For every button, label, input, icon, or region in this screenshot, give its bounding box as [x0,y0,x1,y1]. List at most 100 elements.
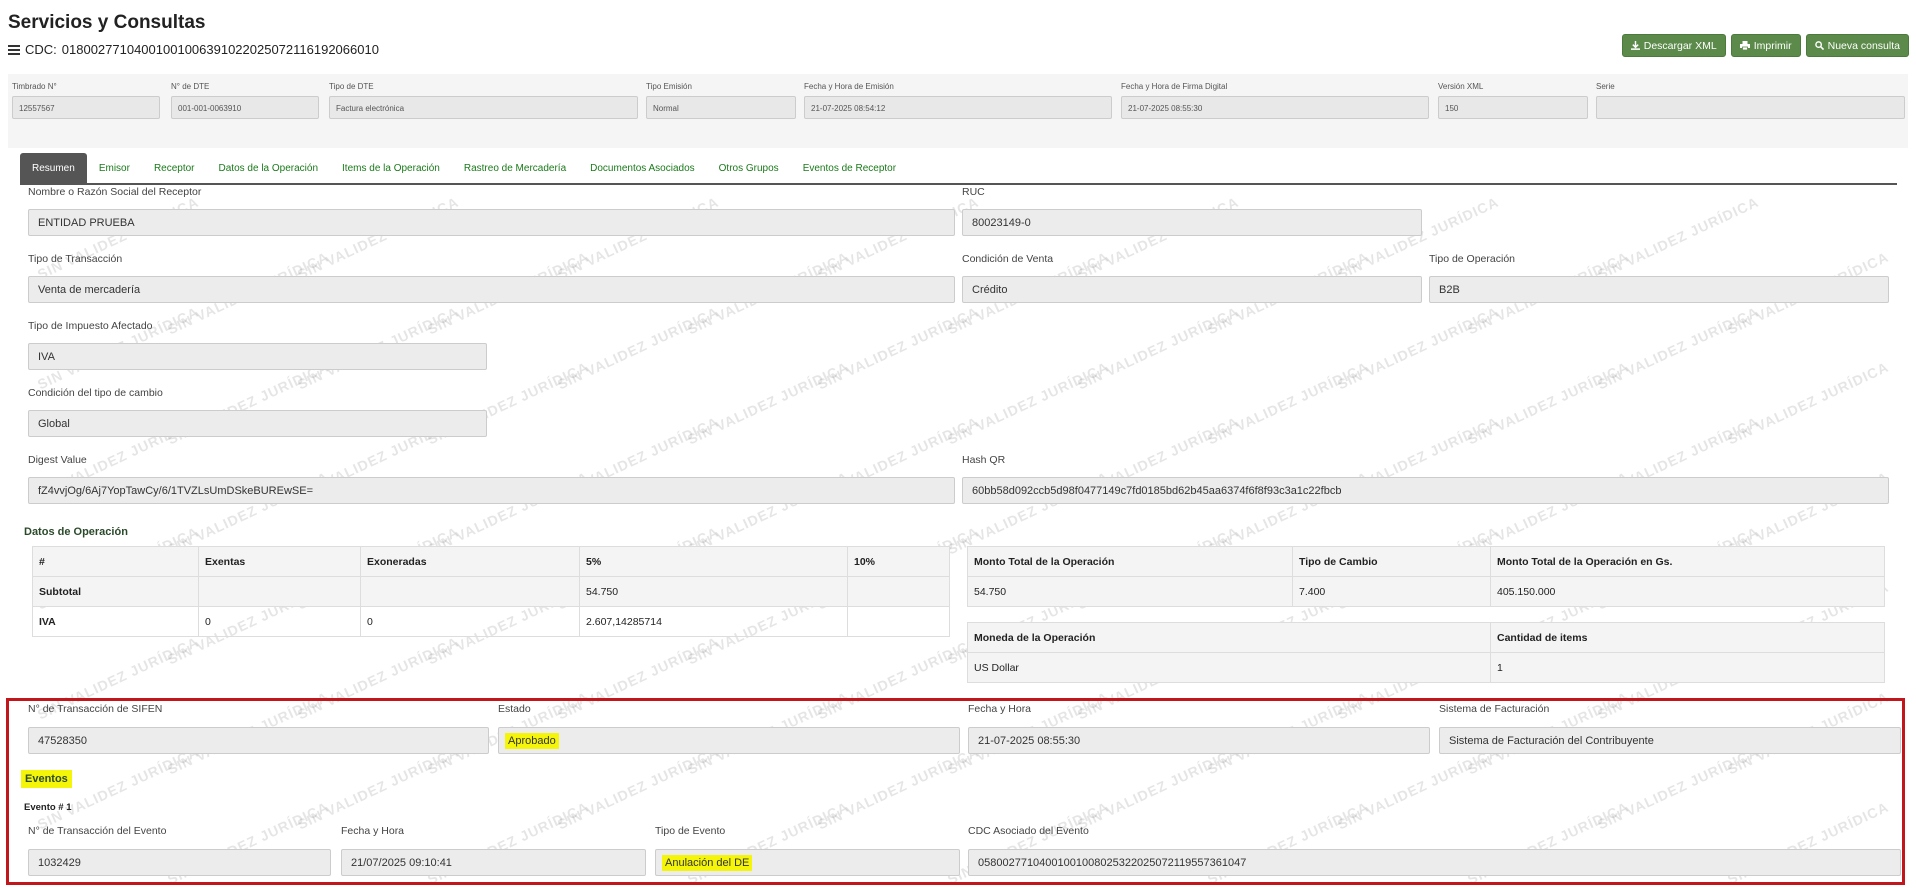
watermark-text: SIN VALIDEZ JURÍDICA [814,303,982,393]
tipo-transaccion-label: Tipo de Transacción [28,253,123,265]
tab-eventos-receptor[interactable]: Eventos de Receptor [791,153,908,183]
tipo-evento-label: Tipo de Evento [655,825,726,837]
tab-documentos-asociados[interactable]: Documentos Asociados [578,153,707,183]
currency-table: Moneda de la Operación Cantidad de items… [967,622,1885,683]
cdc-value: 0180027710400100100639102202507211619206… [61,42,379,57]
search-icon [1814,41,1824,50]
cdc-label: CDC: [25,42,57,57]
receptor-name-field[interactable]: ENTIDAD PRUEBA [28,209,955,236]
cdc-evento-label: CDC Asociado del Evento [968,825,1089,837]
watermark-text: SIN VALIDEZ JURÍDICA [1724,358,1892,448]
watermark-text: SIN VALIDEZ JURÍDICA [814,193,982,283]
print-icon [1739,41,1750,50]
totals-table: Monto Total de la Operación Tipo de Camb… [967,546,1885,607]
version-xml-input[interactable]: 150 [1438,96,1588,119]
summary-field-version-xml: Versión XML 150 [1438,82,1588,119]
tab-items-operacion[interactable]: Items de la Operación [330,153,452,183]
estado-label: Estado [498,703,531,715]
condicion-venta-label: Condición de Venta [962,253,1054,265]
download-icon [1630,41,1640,50]
sistema-field[interactable]: Sistema de Facturación del Contribuyente [1439,727,1901,754]
summary-field-dte: N° de DTE 001-001-0063910 [171,82,319,119]
summary-field-timbrado: Timbrado N° 12557567 [12,82,160,119]
summary-field-fecha-emision: Fecha y Hora de Emisión 21-07-2025 08:54… [804,82,1112,119]
watermark-text: SIN VALIDEZ JURÍDICA [944,358,1112,448]
sistema-label: Sistema de Facturación [1439,703,1550,715]
digest-label: Digest Value [28,454,87,466]
tab-receptor[interactable]: Receptor [142,153,207,183]
estado-field[interactable]: Aprobado [498,727,960,754]
table-header-row: Moneda de la Operación Cantidad de items [967,622,1885,653]
tab-emisor[interactable]: Emisor [87,153,142,183]
tipo-impuesto-label: Tipo de Impuesto Afectado [28,320,153,332]
tax-table: # Exentas Exoneradas 5% 10% Subtotal 54.… [32,546,950,637]
serie-input[interactable] [1596,96,1905,119]
evento-1-title: Evento # 1 [24,802,72,813]
digest-field[interactable]: fZ4vvjOg/6Aj7YopTawCy/6/1TVZLsUmDSkeBURE… [28,477,955,504]
ruc-field[interactable]: 80023149-0 [962,209,1422,236]
tipo-transaccion-field[interactable]: Venta de mercadería [28,276,955,303]
table-row: 54.750 7.400 405.150.000 [967,576,1885,607]
evento-fecha-label: Fecha y Hora [341,825,405,837]
evento-transaccion-field[interactable]: 1032429 [28,849,331,876]
tab-otros-grupos[interactable]: Otros Grupos [707,153,791,183]
tab-datos-operacion[interactable]: Datos de la Operación [207,153,331,183]
receptor-name-label: Nombre o Razón Social del Receptor [28,186,202,198]
watermark-text: SIN VALIDEZ JURÍDICA [1074,303,1242,393]
datos-operacion-title: Datos de Operación [24,526,128,538]
condicion-venta-field[interactable]: Crédito [962,276,1422,303]
watermark-text: SIN VALIDEZ JURÍDICA [684,358,852,448]
tipo-impuesto-field[interactable]: IVA [28,343,487,370]
watermark-text: SIN VALIDEZ JURÍDICA [1464,358,1632,448]
action-buttons: Descargar XML Imprimir Nueva consulta [1621,34,1909,57]
table-row: IVA 0 0 2.607,14285714 [32,606,950,637]
sifen-fecha-field[interactable]: 21-07-2025 08:55:30 [968,727,1430,754]
fecha-firma-input[interactable]: 21-07-2025 08:55:30 [1121,96,1429,119]
watermark-text: SIN VALIDEZ JURÍDICA [554,193,722,283]
watermark-text: SIN VALIDEZ JURÍDICA [1074,193,1242,283]
estado-value: Aprobado [505,732,559,749]
condicion-cambio-field[interactable]: Global [28,410,487,437]
tipo-dte-input[interactable]: Factura electrónica [329,96,638,119]
dte-number-input[interactable]: 001-001-0063910 [171,96,319,119]
timbrado-input[interactable]: 12557567 [12,96,160,119]
watermark-text: SIN VALIDEZ JURÍDICA [1204,358,1372,448]
print-button[interactable]: Imprimir [1730,34,1801,57]
cdc-line: CDC: 01800277104001001006391022025072116… [8,42,379,57]
watermark-text: SIN VALIDEZ JURÍDICA [1594,193,1762,283]
watermark-text: SIN VALIDEZ JURÍDICA [554,303,722,393]
page-title: Servicios y Consultas [8,12,206,33]
tab-bar: Resumen Emisor Receptor Datos de la Oper… [20,153,1897,185]
tipo-evento-field[interactable]: Anulación del DE [655,849,960,876]
ruc-label: RUC [962,186,985,198]
watermark-text: SIN VALIDEZ JURÍDICA [294,193,462,283]
summary-field-fecha-firma: Fecha y Hora de Firma Digital 21-07-2025… [1121,82,1429,119]
table-header-row: # Exentas Exoneradas 5% 10% [32,546,950,577]
hash-qr-label: Hash QR [962,454,1006,466]
tipo-emision-input[interactable]: Normal [646,96,796,119]
table-row: US Dollar 1 [967,652,1885,683]
sifen-fecha-label: Fecha y Hora [968,703,1032,715]
summary-field-serie: Serie [1596,82,1905,119]
tab-resumen[interactable]: Resumen [20,153,87,183]
fecha-emision-input[interactable]: 21-07-2025 08:54:12 [804,96,1112,119]
watermark-text: SIN VALIDEZ JURÍDICA [1594,303,1762,393]
condicion-cambio-label: Condición del tipo de cambio [28,387,163,399]
hash-qr-field[interactable]: 60bb58d092ccb5d98f0477149c7fd0185bd62b45… [962,477,1889,504]
summary-field-tipo-dte: Tipo de DTE Factura electrónica [329,82,638,119]
new-query-button[interactable]: Nueva consulta [1805,34,1909,57]
cdc-evento-field[interactable]: 0580027710400100100802532202507211955736… [968,849,1901,876]
summary-field-tipo-emision: Tipo Emisión Normal [646,82,796,119]
sifen-transaccion-field[interactable]: 47528350 [28,727,489,754]
watermark-text: SIN VALIDEZ JURÍDICA [1334,303,1502,393]
table-header-row: Monto Total de la Operación Tipo de Camb… [967,546,1885,577]
watermark-text: SIN VALIDEZ JURÍDICA [34,193,202,283]
tab-rastreo-mercaderia[interactable]: Rastreo de Mercadería [452,153,578,183]
eventos-title: Eventos [21,770,72,788]
watermark-text: SIN VALIDEZ JURÍDICA [1334,193,1502,283]
list-icon [8,44,20,55]
evento-fecha-field[interactable]: 21/07/2025 09:10:41 [341,849,646,876]
tipo-operacion-field[interactable]: B2B [1429,276,1889,303]
table-row: Subtotal 54.750 [32,576,950,607]
download-xml-button[interactable]: Descargar XML [1621,34,1726,57]
